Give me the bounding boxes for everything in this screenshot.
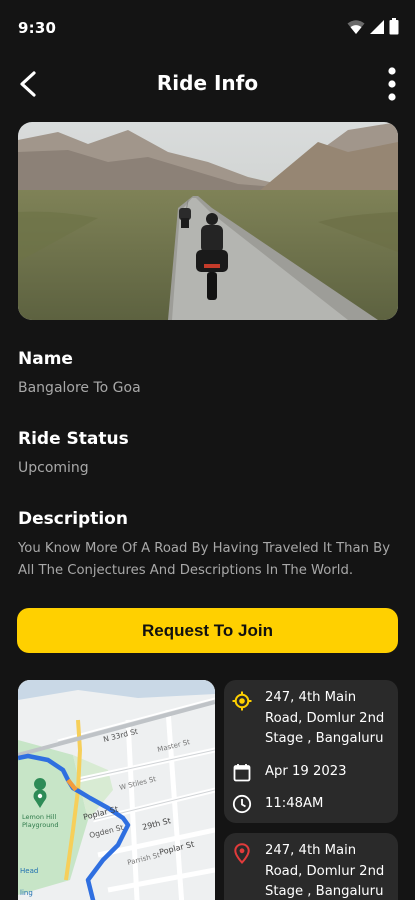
status-icons bbox=[347, 18, 399, 35]
map-poi-label: ling bbox=[20, 889, 33, 897]
start-location-icon bbox=[232, 691, 252, 711]
signal-icon bbox=[370, 19, 384, 34]
clock-icon bbox=[232, 794, 252, 814]
app-bar: Ride Info bbox=[0, 58, 415, 112]
end-location-card: 247, 4th Main Road, Domlur 2nd Stage , B… bbox=[224, 833, 398, 900]
ride-status-value: Upcoming bbox=[18, 460, 89, 476]
map-pin-icon bbox=[232, 842, 252, 864]
start-location-card: 247, 4th Main Road, Domlur 2nd Stage , B… bbox=[224, 680, 398, 823]
description-label: Description bbox=[18, 509, 128, 529]
start-address: 247, 4th Main Road, Domlur 2nd Stage , B… bbox=[265, 690, 385, 746]
request-to-join-button[interactable]: Request To Join bbox=[17, 608, 398, 653]
battery-icon bbox=[389, 18, 399, 35]
wifi-icon bbox=[347, 19, 365, 34]
ride-cover-image bbox=[18, 122, 398, 320]
more-options-button[interactable] bbox=[377, 64, 407, 104]
status-time: 9:30 bbox=[18, 19, 57, 37]
page-title: Ride Info bbox=[156, 71, 259, 95]
calendar-icon bbox=[232, 762, 252, 782]
ride-date: Apr 19 2023 bbox=[265, 764, 347, 779]
name-value: Bangalore To Goa bbox=[18, 380, 141, 396]
more-vertical-icon bbox=[388, 67, 396, 101]
end-address: 247, 4th Main Road, Domlur 2nd Stage , B… bbox=[265, 843, 385, 899]
map-poi-label: Head bbox=[20, 867, 38, 875]
map-poi-label: Lemon Hill bbox=[22, 813, 57, 821]
ride-time: 11:48AM bbox=[265, 796, 324, 811]
map-poi-label: Playground bbox=[22, 821, 59, 829]
route-map[interactable]: N 33rd St Master St W Stiles St Poplar S… bbox=[18, 680, 215, 900]
ride-status-label: Ride Status bbox=[18, 429, 129, 449]
description-value: You Know More Of A Road By Having Travel… bbox=[18, 541, 391, 578]
name-label: Name bbox=[18, 349, 73, 369]
status-bar: 9:30 bbox=[0, 0, 415, 58]
